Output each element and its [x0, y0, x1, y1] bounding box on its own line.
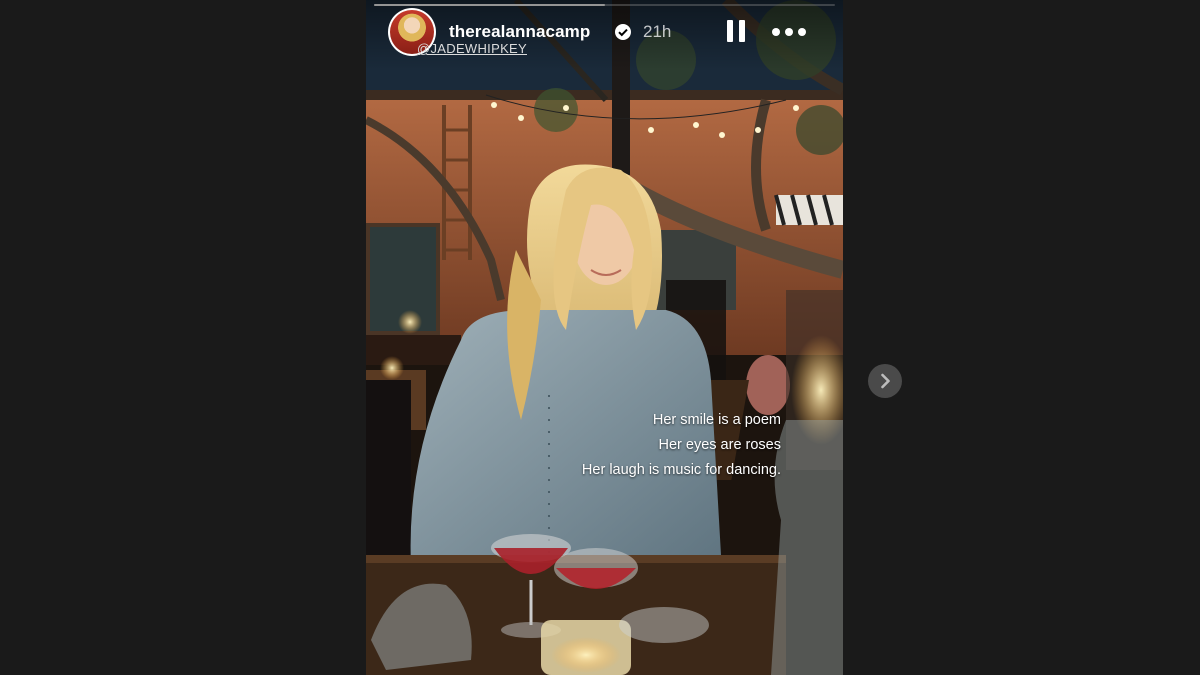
caption-line: Her eyes are roses [658, 437, 782, 453]
story-caption: Her smile is a poem Her eyes are roses H… [582, 408, 781, 483]
caption-line: Her laugh is music for dancing. [581, 462, 781, 478]
post-time: 21h [643, 22, 672, 41]
more-options-icon [772, 28, 780, 36]
caption-line: Her smile is a poem [652, 412, 781, 428]
pause-button[interactable] [727, 20, 745, 42]
verified-badge-icon [615, 24, 631, 40]
username-link[interactable]: therealannacamp [449, 22, 590, 42]
chevron-right-icon [881, 373, 890, 389]
story-viewer[interactable]: therealannacamp 21h @JADEWHIPKEY Her smi… [366, 0, 843, 675]
next-story-button[interactable] [868, 364, 902, 398]
story-photo [366, 0, 843, 675]
pause-icon [727, 20, 733, 42]
story-header: therealannacamp 21h [366, 0, 843, 70]
more-options-button[interactable] [772, 28, 806, 36]
mention-tag[interactable]: @JADEWHIPKEY [414, 40, 530, 57]
